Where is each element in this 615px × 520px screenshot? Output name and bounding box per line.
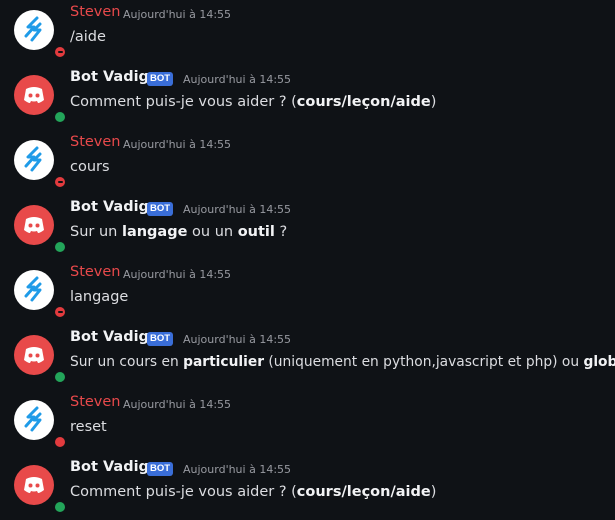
- bot-badge: BOT: [147, 332, 174, 346]
- status-online-icon: [52, 239, 68, 255]
- bot-badge: BOT: [147, 202, 174, 216]
- steven-logo-icon: [14, 270, 54, 310]
- status-dnd-icon: [52, 174, 68, 190]
- steven-logo-icon: [14, 400, 54, 440]
- avatar-steven[interactable]: [14, 400, 68, 450]
- steven-logo-icon: [14, 140, 54, 180]
- message-text: langage: [70, 289, 129, 305]
- avatar-bot[interactable]: [14, 465, 68, 515]
- discord-logo-icon: [14, 75, 54, 115]
- message-text: /aide: [70, 29, 106, 45]
- message-text: reset: [70, 419, 107, 435]
- message-text: cours: [70, 159, 110, 175]
- author-name[interactable]: Steven: [70, 134, 121, 150]
- message-item: Bot Vadiga BOT Aujourd'hui à 14:55 Sur u…: [0, 195, 615, 260]
- timestamp: Aujourd'hui à 14:55: [123, 138, 232, 151]
- message-text: Comment puis-je vous aider ? (cours/leço…: [70, 484, 437, 500]
- status-online-icon: [52, 109, 68, 125]
- message-item: Bot Vadiga BOT Aujourd'hui à 14:55 Comme…: [0, 455, 615, 520]
- discord-logo-icon: [14, 205, 54, 245]
- message-text: Sur un langage ou un outil ?: [70, 224, 288, 240]
- avatar-bot[interactable]: [14, 75, 68, 125]
- bot-badge: BOT: [147, 72, 174, 86]
- message-item: Steven Aujourd'hui à 14:55 cours: [0, 130, 615, 195]
- status-dnd-icon: [52, 434, 68, 450]
- message-item: Bot Vadiga BOT Aujourd'hui à 14:55 Sur u…: [0, 325, 615, 390]
- timestamp: Aujourd'hui à 14:55: [123, 398, 232, 411]
- avatar-steven[interactable]: [14, 140, 68, 190]
- author-name[interactable]: Steven: [70, 4, 121, 20]
- message-item: Steven Aujourd'hui à 14:55 langage: [0, 260, 615, 325]
- timestamp: Aujourd'hui à 14:55: [123, 268, 232, 281]
- timestamp: Aujourd'hui à 14:55: [123, 8, 232, 21]
- status-online-icon: [52, 369, 68, 385]
- message-text: Comment puis-je vous aider ? (cours/leço…: [70, 94, 437, 110]
- bot-badge: BOT: [147, 462, 174, 476]
- avatar-bot[interactable]: [14, 205, 68, 255]
- message-text: Sur un cours en particulier (uniquement …: [70, 354, 615, 370]
- status-dnd-icon: [52, 304, 68, 320]
- timestamp: Aujourd'hui à 14:55: [183, 73, 292, 86]
- timestamp: Aujourd'hui à 14:55: [183, 333, 292, 346]
- timestamp: Aujourd'hui à 14:55: [183, 463, 292, 476]
- author-name[interactable]: Steven: [70, 264, 121, 280]
- discord-logo-icon: [14, 465, 54, 505]
- timestamp: Aujourd'hui à 14:55: [183, 203, 292, 216]
- message-item: Bot Vadiga BOT Aujourd'hui à 14:55 Comme…: [0, 65, 615, 130]
- message-item: Steven Aujourd'hui à 14:55 /aide: [0, 0, 615, 65]
- status-dnd-icon: [52, 44, 68, 60]
- avatar-steven[interactable]: [14, 10, 68, 60]
- author-name[interactable]: Bot Vadiga: [70, 459, 159, 475]
- author-name[interactable]: Bot Vadiga: [70, 69, 159, 85]
- author-name[interactable]: Steven: [70, 394, 121, 410]
- avatar-steven[interactable]: [14, 270, 68, 320]
- message-item: Steven Aujourd'hui à 14:55 reset: [0, 390, 615, 455]
- avatar-bot[interactable]: [14, 335, 68, 385]
- status-online-icon: [52, 499, 68, 515]
- discord-logo-icon: [14, 335, 54, 375]
- author-name[interactable]: Bot Vadiga: [70, 199, 159, 215]
- steven-logo-icon: [14, 10, 54, 50]
- author-name[interactable]: Bot Vadiga: [70, 329, 159, 345]
